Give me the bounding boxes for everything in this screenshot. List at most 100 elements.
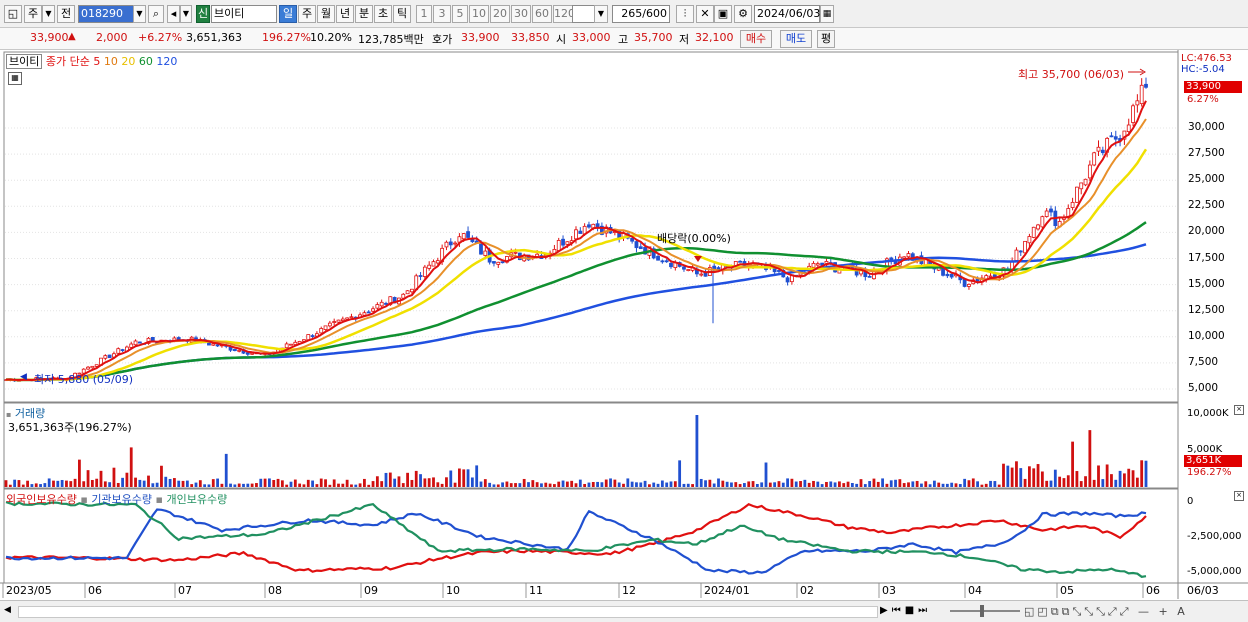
prev-button[interactable]: 전 (57, 5, 75, 23)
market-button[interactable]: 주 (24, 5, 42, 23)
settings-icon[interactable]: ⚙ (734, 5, 752, 23)
volume-bar (548, 483, 552, 487)
volume-bar (743, 483, 746, 487)
zoom-slider-thumb[interactable] (980, 605, 984, 617)
sell-button[interactable]: 매도 (780, 30, 812, 48)
interval-tab-60[interactable]: 60 (532, 5, 552, 23)
volume-bar (358, 483, 362, 487)
speaker-icon[interactable]: ◂ (167, 5, 180, 23)
stock-tag[interactable]: 브이티 (6, 54, 43, 69)
count-field[interactable]: 265/600 (612, 5, 670, 23)
interval-tab-30[interactable]: 30 (511, 5, 531, 23)
volume-bar (933, 480, 936, 487)
code-dropdown-icon[interactable]: ▼ (133, 5, 146, 23)
candle-body (453, 242, 457, 245)
eval-button[interactable]: 평 (817, 30, 835, 48)
candle-body (323, 325, 328, 330)
candle-type-icon[interactable]: ⫶ (676, 5, 694, 23)
candle-body (211, 343, 216, 346)
x-tick-label: 06 (88, 584, 102, 597)
candle-body (245, 352, 250, 355)
price-legend: 브이티 종가 단순 5 10 20 60 120 (6, 53, 177, 69)
candle-body (410, 288, 414, 293)
crosshair-icon[interactable]: ✕ (696, 5, 714, 23)
candle-body (435, 260, 440, 264)
candle-body (815, 263, 820, 266)
volume-bar (268, 478, 271, 487)
volume-bar (570, 480, 574, 487)
volume-bar (194, 482, 198, 487)
volume-bar (116, 482, 120, 487)
x-tick-label: 08 (268, 584, 282, 597)
candle-body (587, 224, 591, 228)
scroll-left-icon[interactable]: ◀ (4, 605, 14, 617)
interval-tab-1[interactable]: 1 (416, 5, 432, 23)
table-icon[interactable]: ▦ (8, 72, 22, 85)
interval-tab-20[interactable]: 20 (490, 5, 510, 23)
volume-bar (233, 484, 237, 487)
interval-tab-10[interactable]: 10 (469, 5, 489, 23)
market-dropdown-icon[interactable]: ▼ (42, 5, 55, 23)
volume-bar (13, 479, 17, 487)
interval-dropdown-icon[interactable]: ▼ (594, 5, 608, 23)
holding-tick-0: 0 (1187, 496, 1194, 507)
candle-body (1113, 136, 1118, 140)
volume-bar (669, 481, 673, 487)
interval-tab-5[interactable]: 5 (452, 5, 468, 23)
volume-bar (794, 481, 798, 487)
speaker-dropdown-icon[interactable]: ▼ (180, 5, 192, 23)
candle-body (777, 270, 781, 272)
save-icon[interactable]: ▣ (714, 5, 732, 23)
period-tab-5[interactable]: 초 (374, 5, 392, 23)
period-tab-6[interactable]: 틱 (393, 5, 411, 23)
volume-close-icon[interactable]: × (1234, 405, 1244, 415)
candle-body (340, 318, 345, 322)
candle-body (1109, 135, 1114, 138)
volume-bar (350, 484, 353, 487)
candle-body (375, 304, 380, 309)
candle-body (422, 266, 427, 277)
volume-bar (596, 481, 599, 487)
chart-canvas[interactable] (0, 50, 1248, 621)
interval-tab-3[interactable]: 3 (433, 5, 451, 23)
stock-code-input[interactable]: 018290 (78, 5, 134, 23)
open-label: 시 (556, 33, 567, 46)
period-tab-3[interactable]: 년 (336, 5, 354, 23)
holding-line (5, 508, 1147, 575)
candle-body (1139, 84, 1144, 105)
period-tab-0[interactable]: 일 (279, 5, 297, 23)
scroll-track[interactable] (18, 606, 878, 618)
candle-body (785, 277, 790, 283)
period-tab-4[interactable]: 분 (355, 5, 373, 23)
playback-controls[interactable]: ▶⏮■⏭ (880, 605, 931, 616)
chart-area[interactable]: 브이티 종가 단순 5 10 20 60 120 ▦ 최고 35,700 (06… (0, 50, 1248, 622)
tool-icons[interactable]: ◱◰⧉⧉⤡⤡⤡⤢⤢ — + A (1024, 605, 1188, 619)
volume-bar (280, 480, 284, 487)
volume-bar (557, 481, 561, 487)
buy-button[interactable]: 매수 (740, 30, 772, 48)
volume-bar (289, 481, 293, 487)
volume-bar (414, 470, 418, 487)
window-menu-icon[interactable]: ◱ (4, 5, 22, 23)
zoom-slider[interactable] (950, 610, 1020, 612)
candle-body (682, 266, 686, 270)
volume-bar (1015, 461, 1018, 487)
search-icon[interactable]: ⌕ (148, 5, 164, 23)
stock-name-field[interactable]: 브이티 (211, 5, 277, 23)
volume-bar (760, 482, 764, 487)
period-tab-1[interactable]: 주 (298, 5, 316, 23)
volume-bar (738, 484, 742, 487)
volume-bars (4, 415, 1148, 487)
volume-bar (151, 483, 155, 487)
calendar-icon[interactable]: ▦ (820, 5, 834, 23)
volume-bar (686, 483, 690, 487)
volume-bar (885, 483, 889, 487)
volume-bar (626, 478, 630, 487)
candle-body (418, 275, 423, 277)
holding-close-icon[interactable]: × (1234, 491, 1244, 501)
period-tab-2[interactable]: 월 (317, 5, 335, 23)
candle-body (496, 261, 501, 265)
volume-bar (129, 447, 133, 487)
date-field[interactable]: 2024/06/03 (754, 5, 820, 23)
holding-tick-2500000: -2,500,000 (1187, 531, 1242, 542)
